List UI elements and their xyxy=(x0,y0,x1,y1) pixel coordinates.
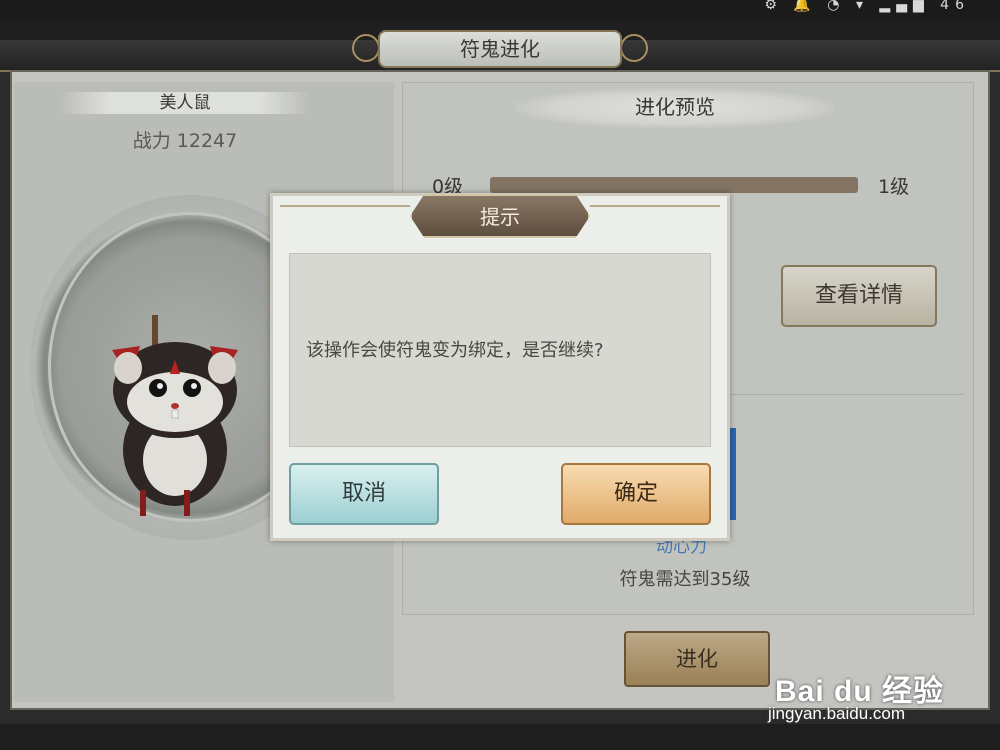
baidu-watermark-url: jingyan.baidu.com xyxy=(768,704,906,723)
dialog-message: 该操作会使符鬼变为绑定，是否继续? xyxy=(306,340,604,361)
dialog-ornament-right xyxy=(590,205,720,207)
cancel-button[interactable]: 取消 xyxy=(289,463,439,525)
confirm-button[interactable]: 确定 xyxy=(561,463,711,525)
dialog-title: 提示 xyxy=(410,194,590,238)
dialog-ornament-left xyxy=(280,205,410,207)
